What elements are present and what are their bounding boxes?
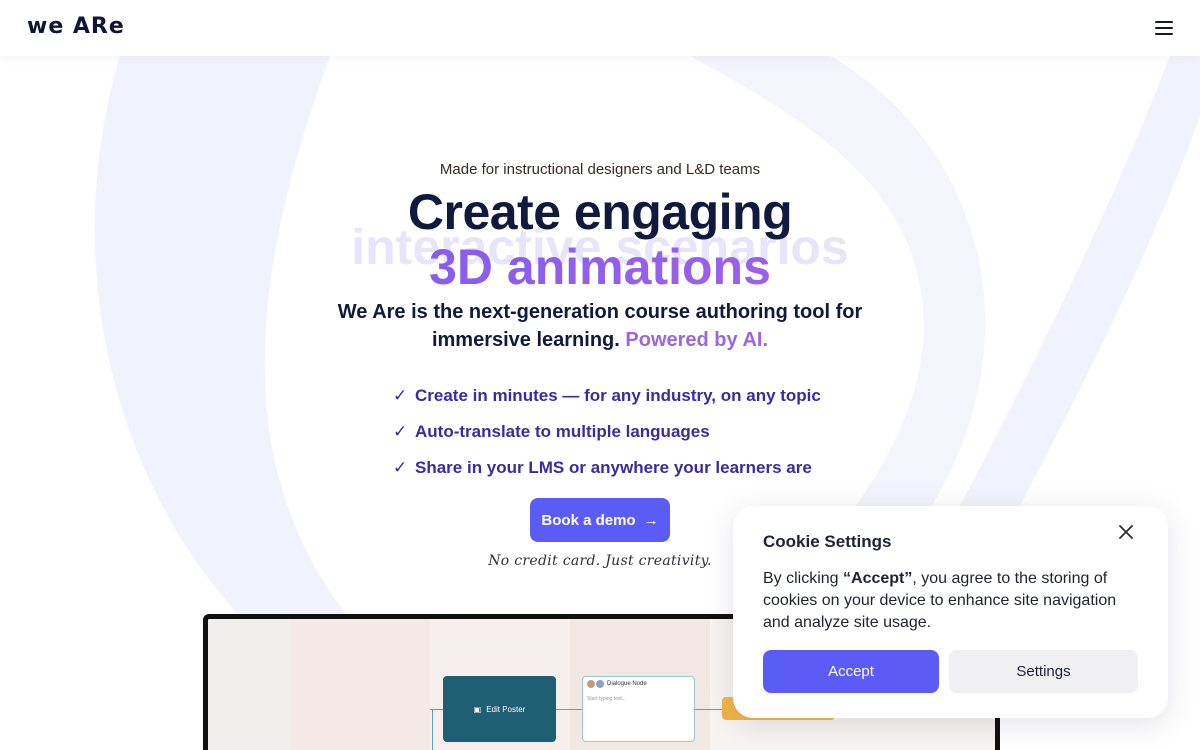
close-icon[interactable]: [1114, 520, 1138, 544]
feature-item: ✓ Create in minutes — for any industry, …: [393, 378, 821, 414]
dialogue-node-title: Dialogue Node: [607, 681, 647, 687]
subhead-main: We Are is the next-generation course aut…: [337, 301, 863, 351]
cookie-text: By clicking “Accept”, you agree to the s…: [763, 568, 1143, 634]
feature-list: ✓ Create in minutes — for any industry, …: [393, 378, 821, 486]
subhead-ai: Powered by AI.: [625, 329, 769, 351]
headline-line-2: 3D animations: [0, 238, 1200, 296]
edit-poster-label: Edit Poster: [486, 704, 526, 714]
cookie-text-prefix: By clicking: [763, 570, 844, 587]
book-demo-button[interactable]: Book a demo →: [530, 498, 670, 542]
accept-button[interactable]: Accept: [763, 650, 939, 693]
cookie-settings-dialog: Cookie Settings By clicking “Accept”, yo…: [733, 506, 1168, 718]
feature-text: Create in minutes — for any industry, on…: [415, 386, 821, 405]
node-connector: [556, 709, 582, 710]
hero-subhead: We Are is the next-generation course aut…: [300, 298, 900, 354]
poster-icon: ▣: [473, 704, 482, 714]
feature-item: ✓ Auto-translate to multiple languages: [393, 414, 821, 450]
check-icon: ✓: [393, 386, 408, 405]
preview-column: [290, 619, 430, 750]
check-icon: ✓: [393, 422, 408, 441]
dialogue-node-text: Start typing text...: [587, 696, 626, 702]
arrow-right-icon: →: [643, 511, 659, 529]
check-icon: ✓: [393, 458, 408, 477]
node-connector: [695, 709, 722, 710]
hero-eyebrow: Made for instructional designers and L&D…: [439, 161, 761, 178]
hamburger-menu-icon[interactable]: [1152, 18, 1176, 38]
logo[interactable]: we ARe: [27, 14, 125, 39]
site-header: we ARe: [0, 0, 1200, 56]
cookie-title: Cookie Settings: [763, 532, 892, 551]
feature-text: Share in your LMS or anywhere your learn…: [415, 458, 812, 477]
avatar: [587, 680, 595, 688]
avatar: [596, 680, 604, 688]
headline-line-1: Create engaging: [407, 184, 793, 240]
node-connector: [432, 709, 433, 750]
book-demo-label: Book a demo: [541, 511, 636, 529]
edit-poster-node[interactable]: ▣ Edit Poster: [443, 676, 556, 742]
feature-item: ✓ Share in your LMS or anywhere your lea…: [393, 450, 821, 486]
feature-text: Auto-translate to multiple languages: [415, 422, 710, 441]
settings-button[interactable]: Settings: [949, 650, 1138, 693]
dialogue-node[interactable]: Dialogue Node Start typing text...: [582, 676, 695, 742]
cookie-text-accept: “Accept”: [843, 570, 913, 587]
